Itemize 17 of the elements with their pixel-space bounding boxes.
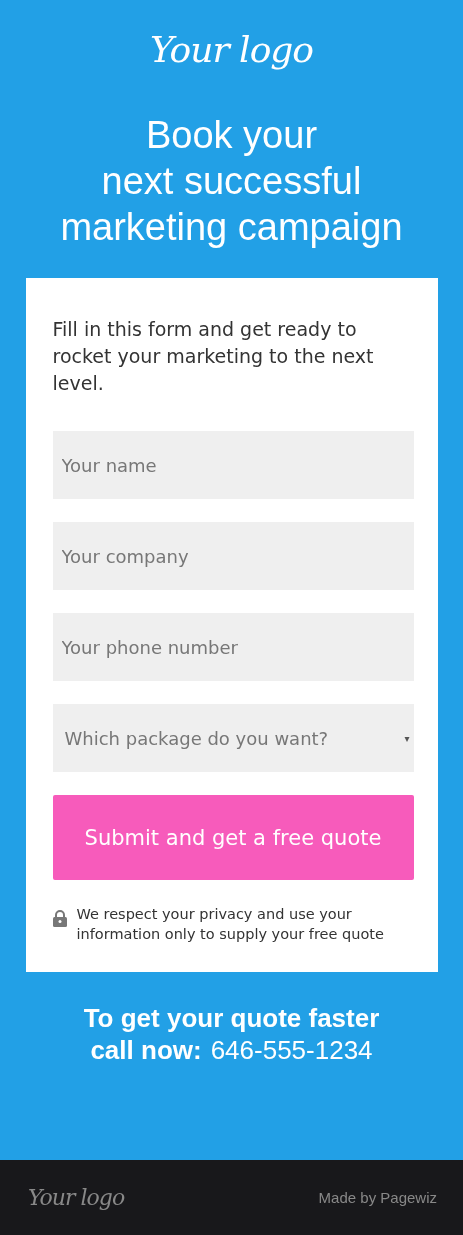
call-label: call now:	[90, 1034, 202, 1066]
input-field[interactable]: Your phone number	[52, 613, 414, 681]
footer-logo: Your logo	[28, 1185, 125, 1210]
phone-number: 646-555-1234	[210, 1034, 373, 1066]
logo: Your logo	[149, 28, 314, 72]
headline-line: next successful	[101, 159, 362, 204]
headline-line: marketing campaign	[60, 205, 403, 250]
input-field[interactable]: Your company	[52, 522, 414, 590]
privacy-note: We respect your privacy and use your information only to supply your free quote	[76, 905, 385, 944]
input-field[interactable]: Your name	[52, 431, 414, 499]
caret-icon: ▾	[404, 732, 410, 744]
headline-line: Book your	[145, 113, 318, 158]
package-dropdown[interactable]: Which package do you want? ▾	[52, 704, 414, 772]
lock-icon	[52, 910, 67, 927]
credit-text: Made by Pagewiz	[318, 1189, 437, 1206]
call-text: To get your quote faster	[83, 1002, 380, 1034]
intro-text: Fill in this form and get ready to rocket your marketing to the next level.	[52, 317, 375, 396]
